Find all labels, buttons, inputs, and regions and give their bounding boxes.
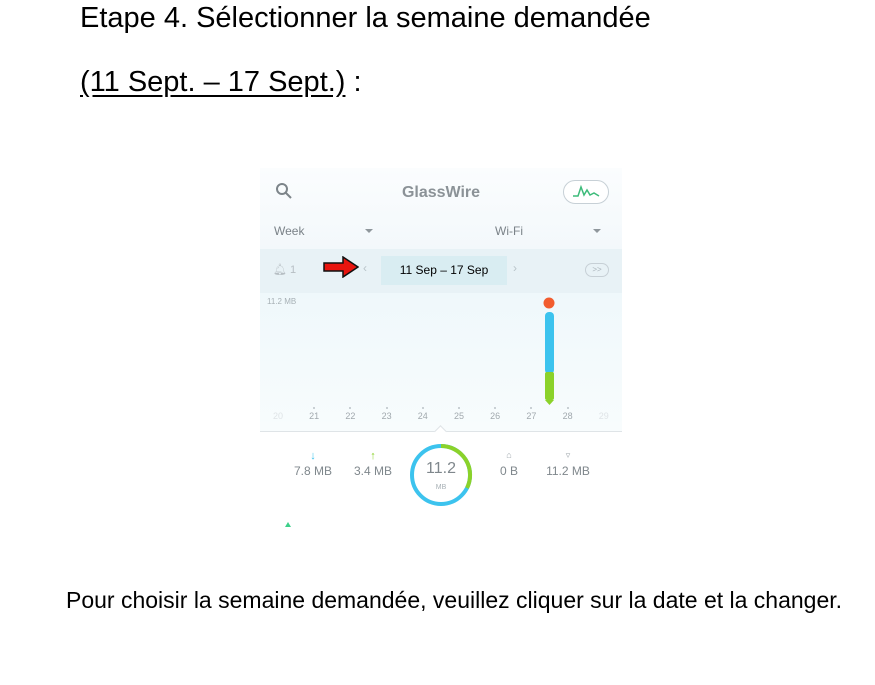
fast-forward-button[interactable]: >> <box>585 263 609 277</box>
total-usage-value: 11.2 <box>426 460 456 477</box>
graph-icon <box>573 184 600 197</box>
x-tick-mark <box>421 407 424 409</box>
y-axis-max-label: 11.2 MB <box>267 297 297 306</box>
bell-icon[interactable]: 🔔︎ <box>273 263 287 276</box>
red-arrow-icon <box>323 256 359 278</box>
total-usage-unit: MB <box>435 484 447 491</box>
x-tick-label: 20 <box>272 411 283 421</box>
x-tick-label: 26 <box>490 411 501 421</box>
x-tick-label: 24 <box>417 411 428 421</box>
network-dropdown[interactable]: Wi-Fi <box>495 224 523 238</box>
x-tick-label: 27 <box>526 411 537 421</box>
upload-value: 3.4 MB <box>353 464 392 478</box>
status-indicator <box>285 522 291 527</box>
wifi-icon: ▿ <box>565 450 571 460</box>
next-week-icon[interactable]: › <box>513 261 517 275</box>
x-tick-mark <box>349 407 352 409</box>
x-tick-mark <box>313 407 316 409</box>
download-bar <box>545 312 554 374</box>
upload-bar <box>545 372 554 400</box>
app-top-bar <box>260 168 622 249</box>
x-tick-label: 21 <box>309 411 320 421</box>
glasswire-screenshot: GlassWire Week Wi-Fi 🔔︎ 1 ‹ 11 Sep – 17 … <box>260 168 622 530</box>
x-tick-mark <box>566 407 569 409</box>
x-tick-mark <box>494 407 497 409</box>
arrow-up-icon: ↑ <box>370 450 376 462</box>
chevron-down-icon <box>365 229 373 233</box>
previous-week-icon[interactable]: ‹ <box>363 261 367 275</box>
date-range-selector[interactable]: 11 Sep – 17 Sep <box>381 256 507 285</box>
alert-marker[interactable] <box>543 297 555 309</box>
chevron-down-icon <box>593 229 601 233</box>
x-tick-label: 23 <box>381 411 392 421</box>
x-tick-mark <box>385 407 388 409</box>
wifi-value: 11.2 MB <box>546 464 590 478</box>
download-value: 7.8 MB <box>293 464 332 478</box>
mobile-data-icon: ⌂ <box>506 450 512 460</box>
usage-bar-28[interactable] <box>540 294 560 406</box>
step-heading: Etape 4. Sélectionner la semaine demandé… <box>80 2 651 34</box>
week-range-underlined: (11 Sept. – 17 Sept.) <box>80 66 346 98</box>
period-dropdown[interactable]: Week <box>274 224 304 238</box>
x-tick-mark <box>530 407 533 409</box>
x-tick-label: 25 <box>453 411 464 421</box>
x-tick-label: 28 <box>562 411 573 421</box>
mobile-data-value: 0 B <box>499 464 518 478</box>
x-tick-mark <box>458 407 460 409</box>
graph-button[interactable] <box>563 180 609 204</box>
x-tick-label: 29 <box>598 411 609 421</box>
instruction-text: Pour choisir la semaine demandée, veuill… <box>66 587 843 613</box>
alerts-count: 1 <box>290 264 297 276</box>
week-heading: (11 Sept. – 17 Sept.) : <box>80 66 362 99</box>
x-tick-label: 22 <box>345 411 356 421</box>
bar-pointer <box>545 400 554 405</box>
week-heading-suffix: : <box>345 66 362 98</box>
arrow-down-icon: ↓ <box>310 450 316 462</box>
